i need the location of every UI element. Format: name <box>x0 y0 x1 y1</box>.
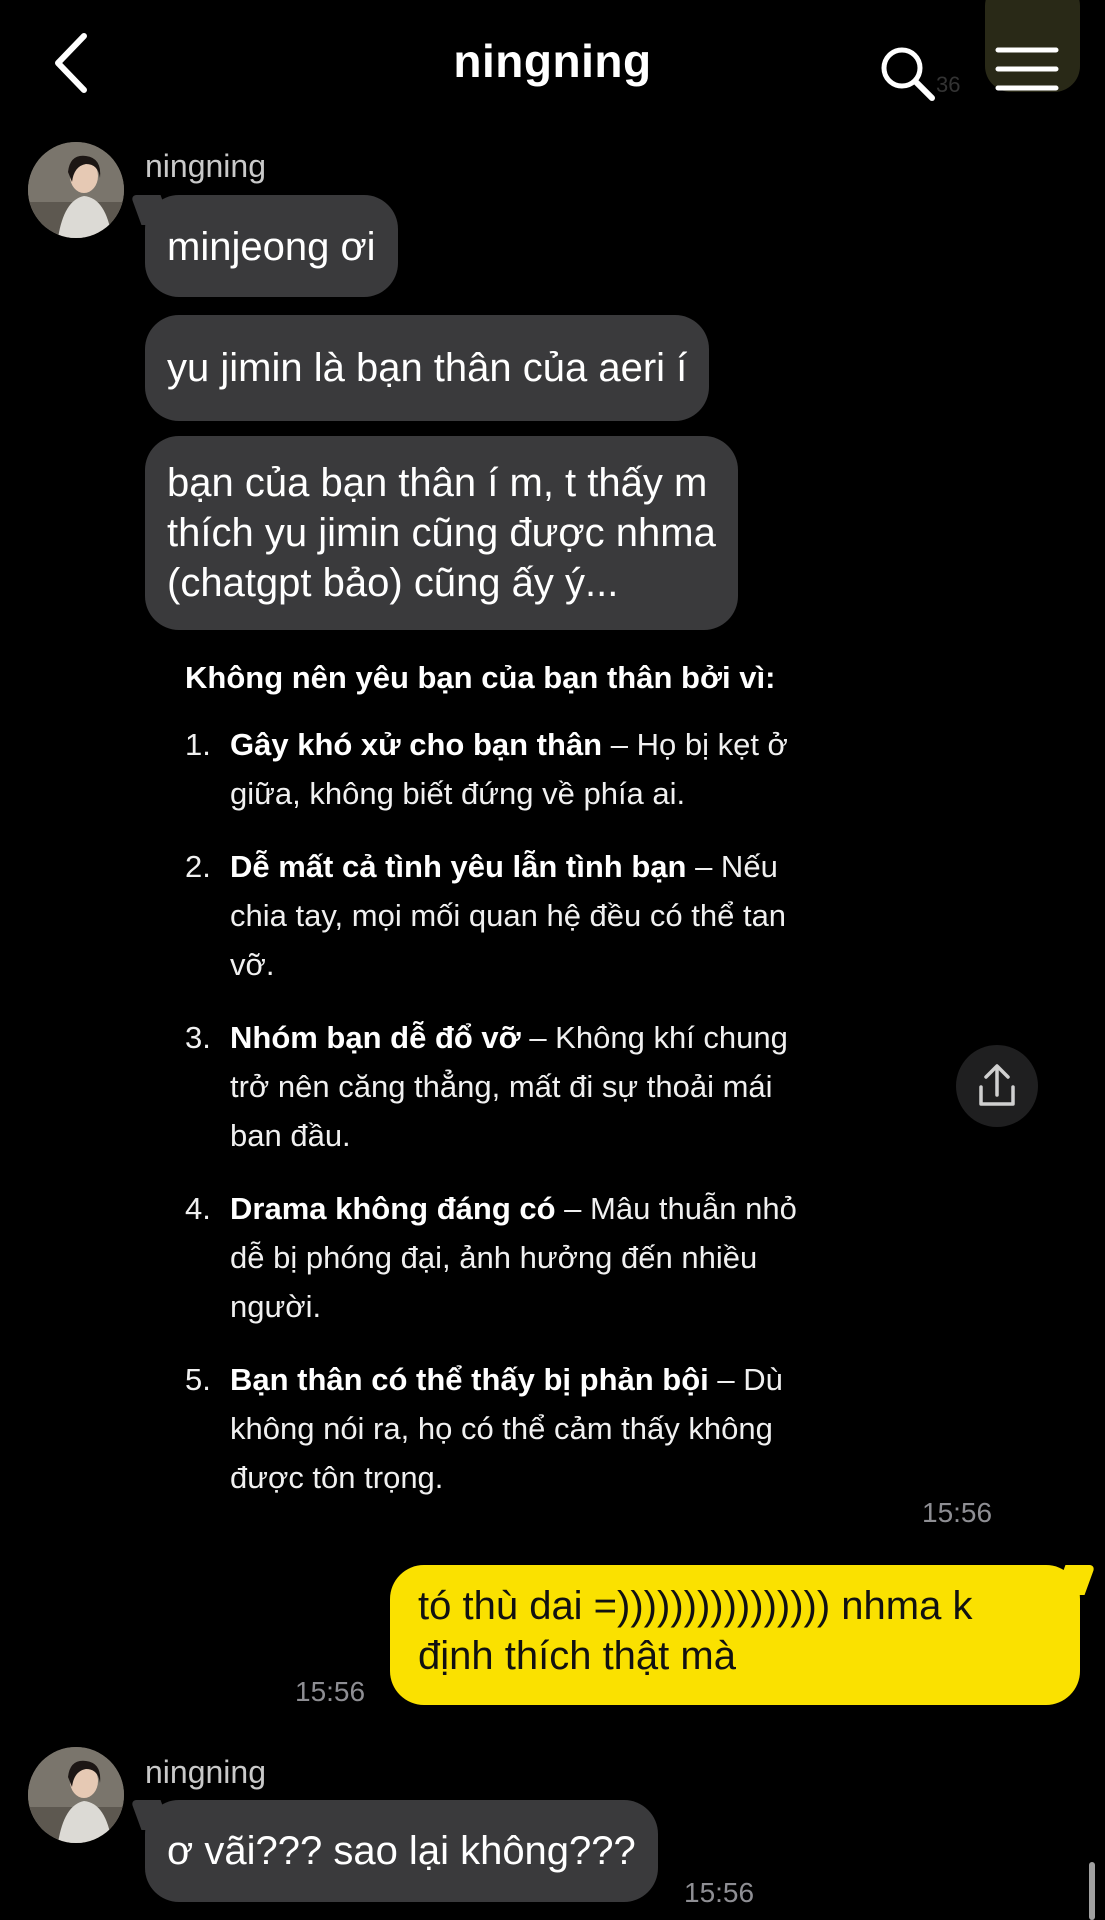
message-bubble[interactable]: yu jimin là bạn thân của aeri í <box>145 315 710 421</box>
item-text: – Dù <box>708 1362 783 1397</box>
item-text: dễ bị phóng đại, ảnh hưởng đến nhiều <box>230 1240 758 1275</box>
message-time: 15:56 <box>922 1497 993 1528</box>
list-item: 2. Dễ mất cả tình yêu lẫn tình bạn – Nếu… <box>185 842 885 989</box>
message-time: 15:56 <box>295 1676 366 1707</box>
menu-button[interactable] <box>994 44 1060 94</box>
chat-title: ningning <box>453 35 652 87</box>
search-icon <box>881 47 935 101</box>
item-title: Gây khó xử cho bạn thân <box>230 727 603 762</box>
item-text: chia tay, mọi mối quan hệ đều có thể tan <box>230 898 787 933</box>
reasons-list: 1. Gây khó xử cho bạn thân – Họ bị kẹt ở… <box>185 720 885 1526</box>
message-bubble[interactable]: bạn của bạn thân í m, t thấy m thích yu … <box>145 436 738 630</box>
card-heading: Không nên yêu bạn của bạn thân bởi vì: <box>185 660 776 695</box>
message-time: 15:56 <box>684 1877 755 1908</box>
image-message[interactable]: Không nên yêu bạn của bạn thân bởi vì: 1… <box>145 630 875 1520</box>
my-message-bubble[interactable]: tó thù dai =)))))))))))))))) nhma k định… <box>390 1565 1080 1705</box>
message-text: định thích thật mà <box>418 1634 736 1678</box>
sender-name: ningning <box>145 148 266 184</box>
item-text: – Họ bị kẹt ở <box>602 727 788 762</box>
message-bubble[interactable]: minjeong ơi <box>145 195 398 297</box>
item-number: 4. <box>185 1191 211 1226</box>
item-text: trở nên căng thẳng, mất đi sự thoải mái <box>230 1069 773 1104</box>
hamburger-menu-icon <box>995 47 1059 91</box>
item-title: Bạn thân có thể thấy bị phản bội <box>230 1362 709 1397</box>
scrollbar[interactable] <box>1089 1862 1095 1920</box>
message-text: yu jimin là bạn thân của aeri í <box>167 346 688 390</box>
item-text: giữa, không biết đứng về phía ai. <box>230 776 686 811</box>
share-button[interactable] <box>956 1045 1038 1127</box>
top-bar: 36 ningning <box>0 0 1105 130</box>
message-text: ơ vãi??? sao lại không??? <box>167 1829 636 1873</box>
item-title: Dễ mất cả tình yêu lẫn tình bạn <box>230 849 687 884</box>
message-text: tó thù dai =)))))))))))))))) nhma k <box>418 1584 973 1628</box>
item-text: người. <box>230 1289 322 1324</box>
list-item: 1. Gây khó xử cho bạn thân – Họ bị kẹt ở… <box>185 720 885 818</box>
message-text: minjeong ơi <box>167 225 376 269</box>
item-text: không nói ra, họ có thể cảm thấy không <box>230 1411 773 1446</box>
item-number: 1. <box>185 727 211 762</box>
item-number: 3. <box>185 1020 211 1055</box>
item-title: Drama không đáng có <box>230 1191 556 1226</box>
search-button[interactable] <box>878 44 938 104</box>
item-text: – Mâu thuẫn nhỏ <box>555 1191 797 1226</box>
contact-avatar[interactable] <box>28 1747 124 1843</box>
item-text: được tôn trọng. <box>230 1460 444 1495</box>
message-text: bạn của bạn thân í m, t thấy m <box>167 461 708 505</box>
avatar-photo <box>28 1747 124 1843</box>
share-icon <box>979 1064 1015 1106</box>
item-text: – Không khí chung <box>520 1020 788 1055</box>
list-item: 4. Drama không đáng có – Mâu thuẫn nhỏ d… <box>185 1184 885 1331</box>
item-text: ban đầu. <box>230 1118 351 1153</box>
message-text: (chatgpt bảo) cũng ấy ý... <box>167 561 619 605</box>
item-number: 5. <box>185 1362 211 1397</box>
item-text: – Nếu <box>686 849 778 884</box>
item-number: 2. <box>185 849 211 884</box>
message-bubble[interactable]: ơ vãi??? sao lại không??? <box>145 1800 658 1902</box>
item-text: vỡ. <box>230 947 275 982</box>
list-item: 5. Bạn thân có thể thấy bị phản bội – Dù… <box>185 1355 885 1502</box>
contact-avatar[interactable] <box>28 142 124 238</box>
message-text: thích yu jimin cũng được nhma <box>167 511 716 555</box>
avatar-photo <box>28 142 124 238</box>
item-title: Nhóm bạn dễ đổ vỡ <box>230 1020 521 1055</box>
sender-name: ningning <box>145 1754 266 1790</box>
list-item: 3. Nhóm bạn dễ đổ vỡ – Không khí chung t… <box>185 1013 885 1160</box>
